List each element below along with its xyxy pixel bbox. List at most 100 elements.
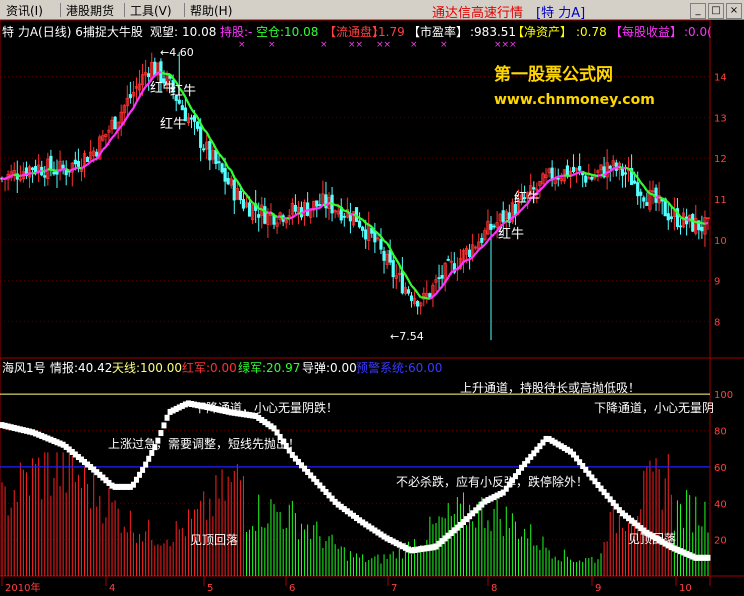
intel-value: 40.42	[78, 361, 112, 375]
indicator-dot	[161, 422, 167, 429]
ma-segment	[548, 178, 553, 182]
candle-body	[153, 61, 157, 76]
candle-body	[578, 166, 582, 171]
ma-segment	[71, 167, 76, 171]
chart-area[interactable]: 特 力A(日线) 6捕捉大牛股 观望: 10.08 持股:- 空仓: 10.08…	[0, 20, 744, 596]
ma-segment	[160, 71, 165, 75]
cash-label: 空仓:	[256, 25, 284, 39]
ma-segment	[395, 258, 401, 266]
watch-label: 观望:	[150, 25, 178, 39]
close-icon[interactable]: ×	[726, 3, 742, 19]
ma-segment	[331, 202, 336, 206]
eps-label: 【每股收益】	[610, 24, 682, 39]
candle-body	[226, 177, 230, 185]
candle-body	[636, 182, 640, 197]
ma-segment	[59, 168, 64, 172]
ma-segment	[639, 181, 645, 187]
candle-body	[364, 229, 368, 240]
ma-segment	[582, 170, 587, 175]
signal-marker: ×	[440, 40, 448, 50]
price-grid	[0, 76, 710, 322]
price-axis-tick: 13	[714, 113, 727, 124]
ma-segment	[19, 173, 24, 178]
candle-body	[223, 168, 227, 182]
signal-marker: ××	[376, 40, 391, 50]
minimize-icon[interactable]: _	[690, 3, 706, 19]
candle-body	[382, 250, 386, 261]
app-title-stock: [特 力A]	[536, 6, 586, 21]
window-buttons: _ □ ×	[688, 2, 742, 19]
candle-body	[608, 165, 612, 169]
candle-body	[691, 214, 695, 232]
candle-body	[293, 205, 298, 212]
signal-marker: ×	[238, 40, 246, 50]
candle-body	[128, 94, 132, 99]
ma-segment	[86, 160, 92, 166]
menu-item-tools[interactable]: 工具(V)	[130, 2, 172, 19]
intel-label: 情报:	[50, 360, 78, 375]
maximize-icon[interactable]: □	[708, 3, 724, 19]
ma-segment	[618, 165, 623, 170]
x-axis-labels: 2010年 4 5 6 7 8 9 10	[1, 576, 692, 594]
sky-label: 天线:	[112, 361, 140, 375]
ma-segment	[692, 219, 697, 224]
ma-segment	[698, 221, 703, 225]
x-axis-label: 5	[207, 583, 213, 594]
nav-value: :0.78	[576, 25, 607, 39]
menu-separator	[60, 3, 61, 17]
ma-segment	[307, 208, 312, 212]
ma-segment	[111, 133, 116, 139]
menu-item-hk-futures[interactable]: 港股期货	[66, 2, 114, 19]
indicator-dot	[158, 430, 164, 437]
watch-value: 10.08	[182, 25, 216, 39]
ma-segment	[683, 217, 687, 221]
ma-segment	[615, 165, 620, 169]
menu-item-news[interactable]: 资讯(I)	[6, 2, 43, 19]
x-axis-label: 2010年	[5, 581, 40, 594]
ma-segment	[298, 212, 302, 215]
ma-segment	[701, 222, 706, 225]
ma-segment	[328, 201, 333, 205]
ma-segment	[573, 172, 578, 176]
candle-body	[199, 126, 203, 148]
price-axis-tick: 8	[714, 317, 720, 328]
ma-segment	[597, 174, 602, 177]
ma-segment	[313, 207, 318, 211]
overheat-note: 上涨过急，需要调整，短线先抛出！	[108, 436, 300, 451]
ma-segment	[273, 214, 278, 218]
ma-segment	[227, 166, 232, 172]
ma-segment	[511, 214, 516, 219]
ma-segment	[352, 213, 358, 217]
candle-body	[437, 277, 441, 280]
indicator-axis-tick: 100	[714, 390, 733, 401]
ma-segment	[102, 145, 107, 151]
ma-segment	[56, 168, 61, 172]
low-price-label: ←7.54	[390, 330, 424, 343]
ma-segment	[368, 223, 373, 228]
indicator-axis-tick: 60	[714, 463, 727, 474]
indicator-axis-tick: 20	[714, 536, 727, 547]
ma-segment	[426, 297, 431, 300]
sky-value: 100.00	[140, 361, 182, 375]
price-axis-tick: 9	[714, 277, 720, 288]
menu-separator	[184, 3, 185, 17]
indicator-dot	[146, 455, 152, 462]
candle-body	[633, 180, 637, 184]
menu-item-help[interactable]: 帮助(H)	[190, 2, 232, 19]
channel-up-note: 上升通道，持股待长或高抛低吸！	[460, 380, 640, 395]
signal-marker: ××	[348, 40, 363, 50]
ma-segment	[7, 174, 12, 179]
high-price-value: 4.60	[169, 46, 194, 59]
stock-name-label: 特 力A(日线) 6捕捉大牛股	[2, 24, 143, 39]
candle-body	[428, 293, 432, 298]
green-army-label: 绿军:	[238, 360, 266, 375]
x-axis-label: 9	[595, 583, 601, 594]
candle-body	[357, 220, 362, 228]
candle-body	[113, 116, 117, 130]
ma-segment	[588, 172, 593, 176]
candle-body	[247, 202, 252, 217]
candle-body	[34, 166, 38, 173]
bull-label: 红牛	[170, 83, 196, 99]
ma-segment	[407, 279, 413, 287]
top-reversal-note: 见顶回落	[628, 532, 676, 546]
